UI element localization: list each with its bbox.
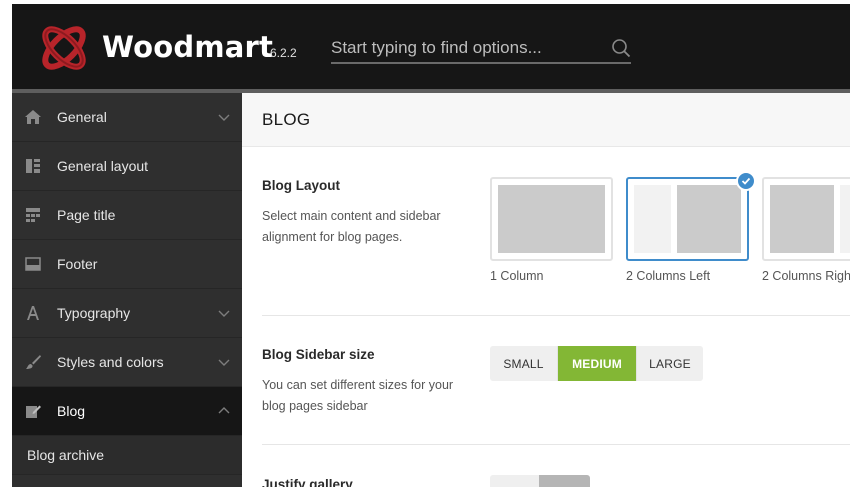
sidebar-subitem-blog-archive[interactable]: Blog archive xyxy=(12,436,242,475)
section-title: BLOG xyxy=(262,110,311,129)
layout-option-2-columns-left[interactable] xyxy=(626,177,749,261)
sidebar-item-general[interactable]: General xyxy=(12,93,242,142)
divider xyxy=(262,444,850,445)
sidebar-item-label: Blog xyxy=(57,403,86,419)
sidebar-item-label: General layout xyxy=(57,158,149,174)
divider xyxy=(262,315,850,316)
sidebar-item-label: Typography xyxy=(57,305,131,321)
typography-icon xyxy=(24,304,42,322)
version-number: 6.2.2 xyxy=(270,46,297,60)
sidebar-item-label: Page title xyxy=(57,207,116,223)
search-input[interactable] xyxy=(331,34,591,62)
sidebar-item-label: General xyxy=(57,109,107,125)
chevron-down-icon xyxy=(218,310,230,317)
layout-icon xyxy=(24,157,42,175)
selected-check-icon xyxy=(736,171,756,191)
size-medium-button[interactable]: MEDIUM xyxy=(558,346,637,381)
sidebar-item-typography[interactable]: Typography xyxy=(12,289,242,338)
footer-icon xyxy=(24,255,42,273)
size-small-button[interactable]: SMALL xyxy=(490,346,558,381)
sidebar-item-label: Footer xyxy=(57,256,98,272)
chevron-down-icon xyxy=(218,114,230,121)
sidebar-item-label: Styles and colors xyxy=(57,354,164,370)
section-header: BLOG xyxy=(242,93,850,147)
chevron-down-icon xyxy=(218,359,230,366)
options-panel: BLOG Blog Layout Select main content and… xyxy=(242,93,850,487)
justify-gallery-title: Justify gallery xyxy=(262,477,353,487)
justify-gallery-toggle[interactable] xyxy=(490,475,590,487)
sidebar-size-selector: SMALL MEDIUM LARGE xyxy=(490,346,703,381)
sidebar-nav: General General layout Page title Footer… xyxy=(12,93,242,487)
search-field[interactable] xyxy=(331,34,631,64)
sidebar-item-page-title[interactable]: Page title xyxy=(12,191,242,240)
blog-layout-title: Blog Layout xyxy=(262,178,340,193)
sidebar-item-general-layout[interactable]: General layout xyxy=(12,142,242,191)
layout-option-1-column[interactable] xyxy=(490,177,613,261)
search-icon[interactable] xyxy=(611,38,631,58)
page-title-icon xyxy=(24,206,42,224)
sidebar-size-description: You can set different sizes for your blo… xyxy=(262,378,454,413)
brand-name: Woodmart xyxy=(102,30,274,64)
layout-option-label: 2 Columns Left xyxy=(626,269,711,283)
layout-option-label: 1 Column xyxy=(490,269,544,283)
top-header: Woodmart 6.2.2 xyxy=(12,4,850,90)
sidebar-item-blog[interactable]: Blog xyxy=(12,387,242,436)
chevron-up-icon xyxy=(218,407,230,414)
sidebar-size-title: Blog Sidebar size xyxy=(262,347,375,362)
home-icon xyxy=(24,108,42,126)
woodmart-logo-icon xyxy=(42,26,86,70)
sidebar-item-styles-colors[interactable]: Styles and colors xyxy=(12,338,242,387)
layout-option-label: 2 Columns Righ xyxy=(762,269,850,283)
blog-layout-description: Select main content and sidebar alignmen… xyxy=(262,209,441,244)
layout-option-2-columns-right[interactable] xyxy=(762,177,850,261)
sidebar-item-footer[interactable]: Footer xyxy=(12,240,242,289)
size-large-button[interactable]: LARGE xyxy=(637,346,703,381)
brush-icon xyxy=(24,353,42,371)
edit-icon xyxy=(24,402,42,420)
